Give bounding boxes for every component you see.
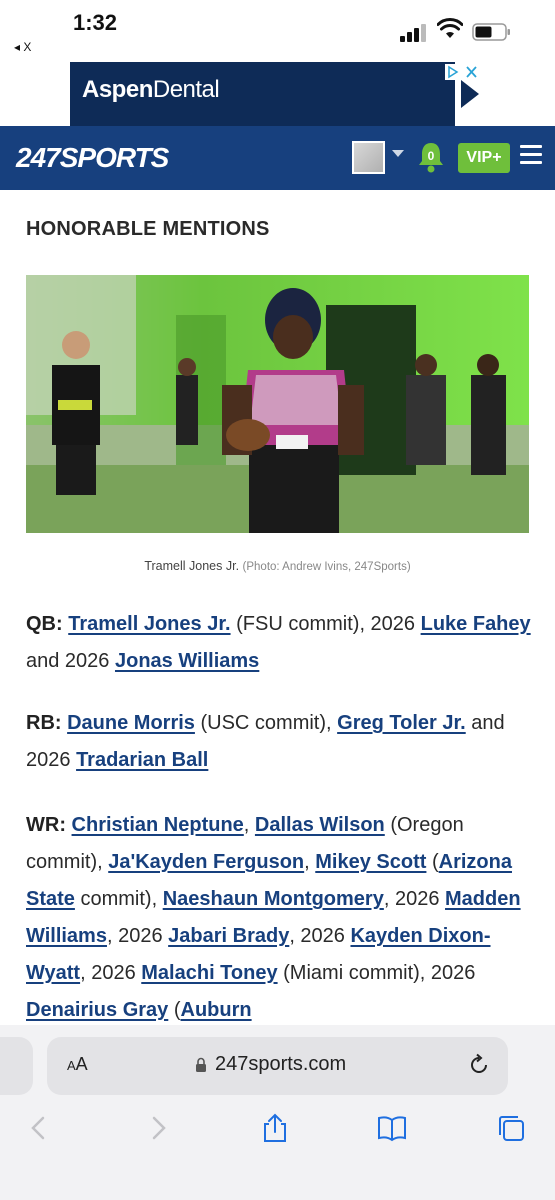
wifi-icon	[437, 18, 463, 38]
player-link[interactable]: Naeshaun Montgomery	[163, 888, 384, 910]
reader-settings-button[interactable]: AA	[67, 1054, 88, 1075]
paragraph-wr: WR: Christian Neptune, Dallas Wilson (Or…	[26, 814, 521, 1021]
notification-bell-icon[interactable]: 0	[416, 140, 446, 174]
player-link[interactable]: Tramell Jones Jr.	[68, 613, 230, 635]
back-to-app-link[interactable]: ◂ X	[14, 40, 31, 54]
player-link[interactable]: Christian Neptune	[72, 814, 244, 836]
player-link[interactable]: Daune Morris	[67, 712, 195, 734]
notification-count: 0	[428, 149, 435, 163]
article-body[interactable]: HONORABLE MENTIONS Tramell Jones Jr. (Ph…	[0, 190, 555, 1025]
share-icon[interactable]	[260, 1113, 290, 1143]
player-photo	[26, 275, 529, 533]
player-link[interactable]: Ja'Kayden Ferguson	[108, 851, 304, 873]
chevron-down-icon[interactable]	[392, 150, 404, 157]
paragraph-qb: QB: Tramell Jones Jr. (FSU commit), 2026…	[26, 613, 531, 672]
status-time: 1:32	[73, 10, 118, 35]
site-logo[interactable]: 247SPORTS	[16, 142, 169, 174]
ad-logo: AspenDental	[82, 76, 220, 103]
player-link[interactable]: Jabari Brady	[168, 925, 289, 947]
chevron-left-icon[interactable]	[24, 1113, 54, 1143]
status-bar: 1:32 ◂ X	[0, 0, 555, 62]
hamburger-menu-icon[interactable]	[520, 145, 542, 167]
book-icon[interactable]	[377, 1113, 407, 1143]
player-link[interactable]: Tradarian Ball	[76, 749, 208, 771]
player-link[interactable]: Luke Fahey	[421, 613, 531, 635]
cellular-signal-icon	[400, 24, 430, 42]
paragraph-rb: RB: Daune Morris (USC commit), Greg Tole…	[26, 712, 505, 771]
photo-caption: Tramell Jones Jr. (Photo: Andrew Ivins, …	[144, 559, 411, 573]
team-link[interactable]: Auburn	[181, 999, 252, 1021]
ad-banner[interactable]: AspenDental	[0, 62, 555, 126]
user-avatar[interactable]	[352, 141, 385, 174]
reload-icon[interactable]	[467, 1053, 491, 1077]
vip-button[interactable]: VIP+	[458, 143, 510, 173]
photo-credit: (Photo: Andrew Ivins, 247Sports)	[242, 561, 411, 573]
url-text: 247sports.com	[215, 1053, 347, 1075]
site-header: 247SPORTS 0 VIP+	[0, 126, 555, 190]
player-link[interactable]: Jonas Williams	[115, 650, 259, 672]
adchoices-close-icon[interactable]	[445, 64, 481, 80]
chevron-right-icon[interactable]	[143, 1113, 173, 1143]
player-link[interactable]: Malachi Toney	[141, 962, 277, 984]
browser-toolbar: AA 247sports.com	[0, 1025, 555, 1200]
player-link[interactable]: Dallas Wilson	[255, 814, 385, 836]
player-link[interactable]: Denairius Gray	[26, 999, 168, 1021]
tabs-icon[interactable]	[496, 1113, 526, 1143]
player-link[interactable]: Greg Toler Jr.	[337, 712, 466, 734]
lock-icon	[196, 1057, 206, 1072]
section-heading: HONORABLE MENTIONS	[26, 218, 270, 240]
previous-tab-pill[interactable]	[0, 1037, 33, 1095]
player-link[interactable]: Mikey Scott	[315, 851, 426, 873]
battery-icon	[472, 23, 510, 41]
ad-creative[interactable]: AspenDental	[70, 62, 485, 126]
address-bar[interactable]: AA 247sports.com	[47, 1037, 508, 1095]
